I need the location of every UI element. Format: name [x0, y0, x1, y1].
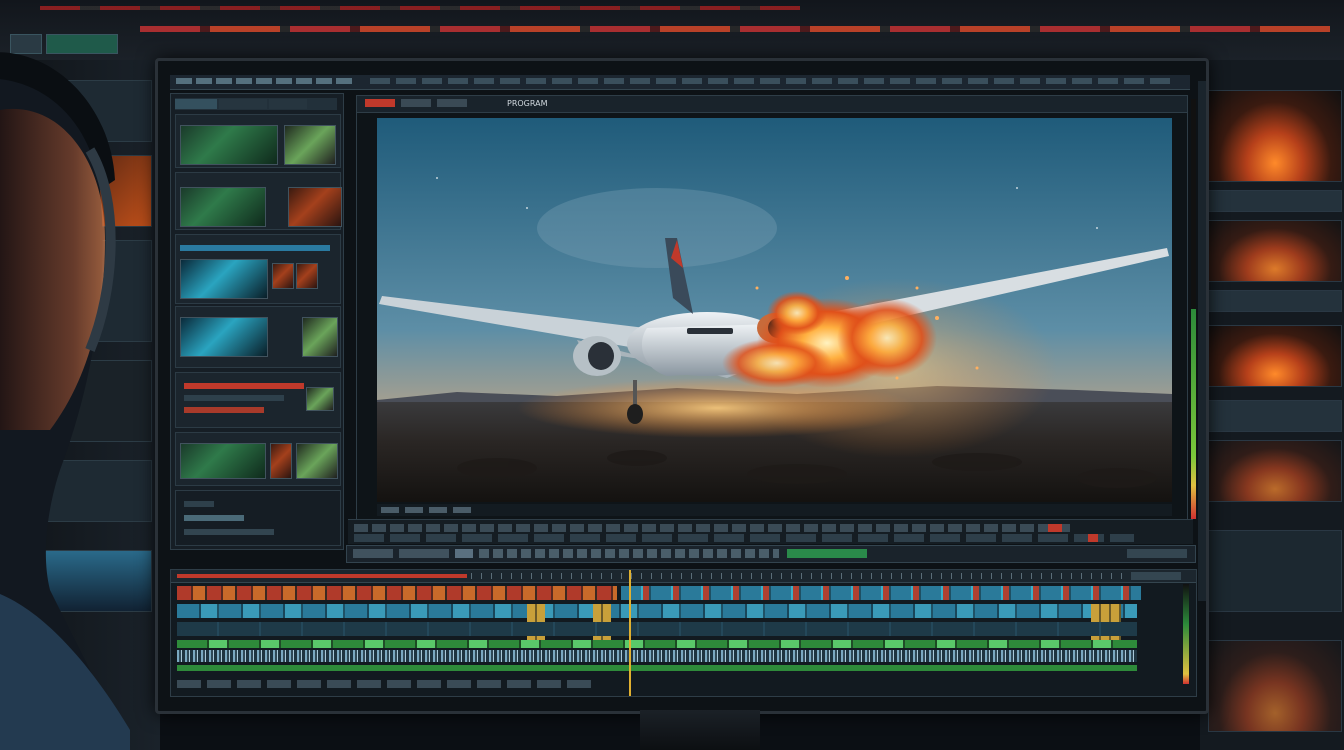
timeline-track-audio-3[interactable]: [177, 665, 1137, 671]
clip-thumbnail[interactable]: [180, 443, 266, 479]
bg-thumb-fire: [1208, 440, 1342, 502]
timeline-ruler[interactable]: [171, 570, 1196, 583]
property-row[interactable]: [184, 529, 274, 535]
effect-control-row[interactable]: [184, 395, 284, 401]
clip-thumbnail[interactable]: [270, 443, 292, 479]
clip-thumbnail[interactable]: [180, 125, 278, 165]
effect-control-row[interactable]: [184, 383, 304, 389]
toolbar-buttons-row2[interactable]: [354, 534, 1134, 542]
monitor-stand: [640, 710, 760, 750]
bg-bar: [1208, 400, 1342, 432]
person-silhouette: [0, 52, 130, 750]
viewer-toolbar: [348, 519, 1193, 544]
timeline-ruler-ticks: [471, 573, 1171, 579]
viewer-tab[interactable]: [401, 99, 431, 107]
background-timeline-strip: [140, 26, 1330, 32]
bg-bar: [1208, 190, 1342, 212]
bg-thumb-fire: [1208, 325, 1342, 387]
clip-bin-1[interactable]: [175, 114, 341, 168]
transport-status: [787, 549, 867, 558]
timeline-in-out-range[interactable]: [177, 574, 467, 578]
clip-thumbnail[interactable]: [306, 387, 334, 411]
transport-button[interactable]: [353, 549, 393, 558]
viewer-record-button[interactable]: [365, 99, 395, 107]
clip-thumbnail[interactable]: [296, 263, 318, 289]
clip-thumbnail[interactable]: [302, 317, 338, 357]
background-top-monitor: [0, 0, 1344, 60]
clip-progress-bar: [180, 245, 330, 251]
effects-panel: [175, 372, 341, 428]
transport-timecode: [1127, 549, 1187, 558]
media-bin-panel: [170, 93, 344, 550]
viewer-tab[interactable]: [437, 99, 467, 107]
clip-thumbnail[interactable]: [180, 187, 266, 227]
transport-controls: [346, 545, 1196, 563]
video-frame-airplane[interactable]: [377, 118, 1172, 502]
background-red-bar: [40, 6, 800, 10]
clip-properties-panel: [175, 490, 341, 546]
timeline-panel: [170, 569, 1197, 697]
property-row[interactable]: [184, 515, 244, 521]
transport-button-group[interactable]: [479, 549, 779, 558]
bg-bar: [1208, 290, 1342, 312]
toolbar-red-button[interactable]: [1088, 534, 1098, 542]
menu-left[interactable]: [176, 78, 356, 84]
menu-items[interactable]: [370, 78, 1170, 84]
toolbar-red-button[interactable]: [1048, 524, 1062, 532]
bg-thumb-fire: [1208, 220, 1342, 282]
bin-tab[interactable]: [269, 99, 307, 109]
vertical-scrollbar[interactable]: [1198, 81, 1206, 601]
effect-control-row[interactable]: [184, 407, 264, 413]
timeline-track-video-1b[interactable]: [621, 586, 1141, 600]
clip-thumbnail[interactable]: [272, 263, 294, 289]
clip-bin-4[interactable]: [175, 306, 341, 368]
viewer-footer-items[interactable]: [381, 507, 471, 513]
clip-thumbnail[interactable]: [296, 443, 338, 479]
timeline-footer-items[interactable]: [177, 680, 597, 688]
clip-thumbnail[interactable]: [180, 317, 268, 357]
clip-bin-2[interactable]: [175, 172, 342, 230]
audio-meter-icon: [1191, 99, 1196, 519]
timeline-track-video-1[interactable]: [177, 586, 617, 600]
timeline-zoom[interactable]: [1131, 572, 1181, 580]
toolbar-buttons[interactable]: [354, 524, 1074, 532]
timeline-track-video-2[interactable]: [177, 604, 1137, 618]
timeline-audio-meter: [1183, 584, 1189, 684]
property-row[interactable]: [184, 501, 214, 507]
program-viewer: PROGRAM: [356, 95, 1188, 520]
clip-thumbnail[interactable]: [284, 125, 336, 165]
timeline-playhead[interactable]: [629, 570, 631, 696]
play-icon[interactable]: [455, 549, 473, 558]
clip-bin-3[interactable]: [175, 234, 341, 304]
app-menu-strip: [170, 75, 1190, 90]
transport-button[interactable]: [399, 549, 449, 558]
bin-tab[interactable]: [219, 99, 267, 109]
video-frame-image: [377, 118, 1172, 502]
bin-tabs: [175, 98, 337, 110]
viewer-header: PROGRAM: [357, 96, 1187, 113]
bg-thumb-fire: [1208, 90, 1342, 182]
viewer-footer: [377, 504, 1172, 516]
bg-thumb-fire: [1208, 640, 1342, 732]
background-right-monitor: [1200, 60, 1344, 750]
timeline-track-audio-2[interactable]: [177, 650, 1137, 662]
viewer-label: PROGRAM: [507, 99, 548, 108]
bin-tab[interactable]: [175, 99, 217, 109]
timeline-track-video-3[interactable]: [177, 622, 1137, 636]
clip-thumbnail[interactable]: [180, 259, 268, 299]
clip-thumbnail[interactable]: [288, 187, 342, 227]
main-monitor: PROGRAM: [155, 58, 1209, 714]
bg-bar: [1208, 530, 1342, 612]
timeline-track-audio-1[interactable]: [177, 640, 1137, 648]
clip-bin-5[interactable]: [175, 432, 341, 486]
